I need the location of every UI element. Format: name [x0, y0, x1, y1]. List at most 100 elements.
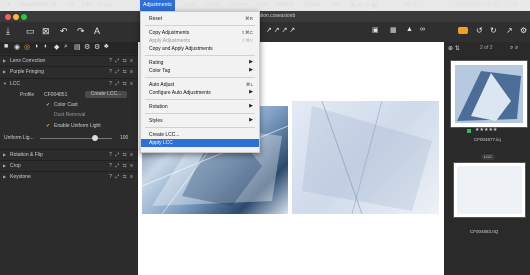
shortcut-label: ⌘L — [245, 82, 253, 87]
checkmark-icon[interactable]: ✔ — [46, 102, 50, 108]
menu-item-copy-adjustments[interactable]: Copy Adjustments ⇧⌘C — [141, 29, 259, 37]
delete-icon[interactable]: ⊠ — [42, 26, 50, 37]
viewer-icon[interactable]: ▣ — [372, 26, 379, 34]
output-tab-icon[interactable]: ⚙ — [84, 43, 90, 51]
create-lcc-button[interactable]: Create LCC... — [85, 91, 127, 98]
menu-layer[interactable]: Layer — [184, 2, 197, 8]
shortcut-label: ⇧⌘V — [241, 38, 253, 43]
tool-actions-icon[interactable]: ? ⤢ ⇆ ≡ — [109, 163, 134, 169]
tool-rotation-flip[interactable]: ▶ Rotation & Flip ? ⤢ ⇆ ≡ — [0, 149, 138, 160]
adjustments-tab-icon[interactable]: ⌕ — [64, 43, 68, 51]
menu-item-auto-adjust[interactable]: Auto Adjust ⌘L — [141, 81, 259, 89]
metadata-tab-icon[interactable]: ▤ — [74, 43, 81, 51]
menu-separator — [145, 55, 255, 56]
details-tab-icon[interactable]: ◆ — [54, 43, 59, 51]
batch-tab-icon[interactable]: ⚙ — [94, 43, 100, 51]
viewer-image-2[interactable] — [292, 100, 439, 215]
tool-tabs — [0, 42, 138, 54]
menu-separator — [145, 25, 255, 26]
menu-item-styles[interactable]: Styles ▶ — [141, 117, 259, 125]
battery-status[interactable]: 100 % — [402, 2, 417, 8]
thumbnail-1[interactable] — [450, 60, 528, 128]
menu-window[interactable]: Window — [275, 2, 293, 8]
menu-item-rotation[interactable]: Rotation ▶ — [141, 103, 259, 111]
minimize-window-button[interactable] — [13, 14, 19, 20]
menu-adjustments[interactable]: Adjustments — [140, 0, 175, 11]
close-window-button[interactable] — [5, 14, 11, 20]
menu-edit[interactable]: Edit — [82, 2, 91, 8]
import-icon[interactable]: ⤓ — [6, 26, 10, 37]
exposure-warning-icon[interactable]: ▲ — [406, 26, 413, 33]
undo-icon[interactable]: ↶ — [60, 26, 68, 37]
color-tag-icon[interactable] — [467, 129, 471, 133]
uniform-light-slider[interactable] — [40, 138, 112, 139]
menu-camera[interactable]: Camera — [230, 2, 248, 8]
tool-lcc[interactable]: ▼ LCC ? ⤢ ⇆ ≡ — [0, 78, 138, 89]
tool-keystone[interactable]: ▶ Keystone ? ⤢ ⇆ ≡ — [0, 171, 138, 182]
thumbnail-2[interactable] — [453, 162, 526, 218]
menu-item-apply-lcc[interactable]: Apply LCC — [141, 139, 259, 147]
collapsed-arrow-icon[interactable]: ▶ — [3, 163, 6, 168]
redo-icon[interactable]: ↷ — [77, 26, 85, 37]
rotate-left-icon[interactable]: ↺ — [476, 26, 483, 35]
more-tools-icon[interactable]: ♣ — [104, 43, 109, 50]
proof-icon[interactable]: ∞ — [420, 26, 425, 33]
capture-tab-icon[interactable]: ◉ — [14, 43, 20, 51]
dust-removal-checkbox[interactable]: Dust Removal — [54, 112, 85, 118]
status-icons[interactable]: ⌘ ⊕ ◇ ◀) — [350, 2, 377, 9]
checkmark-icon[interactable]: ✔ — [46, 123, 50, 129]
collapsed-arrow-icon[interactable]: ▶ — [3, 58, 6, 63]
menu-item-label: Reset — [149, 16, 163, 22]
app-menu[interactable]: Capture One 12 — [18, 2, 56, 8]
pick-icon[interactable]: ↗ — [506, 26, 513, 35]
menu-select[interactable]: Select — [206, 2, 220, 8]
menu-item-copy-and-apply[interactable]: Copy and Apply Adjustments — [141, 45, 259, 53]
expanded-arrow-icon[interactable]: ▼ — [3, 81, 7, 86]
tool-purple-fringing[interactable]: ▶ Purple Fringing ? ⤢ ⇆ ≡ — [0, 66, 138, 77]
cursor-tools-icon[interactable]: ↗ ↗ ↗ ↗ — [266, 26, 295, 34]
color-tab-icon[interactable]: ◑ — [34, 43, 38, 50]
collapsed-arrow-icon[interactable]: ▶ — [3, 69, 6, 74]
apple-menu-icon[interactable]: ● — [7, 1, 11, 7]
zoom-window-button[interactable] — [21, 14, 27, 20]
menu-item-rating[interactable]: Rating ▶ — [141, 59, 259, 67]
grid-icon[interactable]: ▦ — [390, 26, 397, 34]
menu-item-color-tag[interactable]: Color Tag ▶ — [141, 67, 259, 75]
menu-item-create-lcc[interactable]: Create LCC... — [141, 131, 259, 139]
library-tab-icon[interactable]: ■ — [4, 43, 8, 50]
tool-actions-icon[interactable]: ? ⤢ ⇆ ≡ — [109, 174, 134, 180]
process-icon[interactable] — [458, 27, 468, 34]
tool-actions-icon[interactable]: ? ⤢ ⇆ ≡ — [109, 81, 134, 87]
settings-icon[interactable]: ⚙ — [520, 26, 527, 35]
menu-item-reset[interactable]: Reset ⌘R — [141, 15, 259, 23]
uniform-light-checkbox[interactable]: Enable Uniform Light — [54, 123, 101, 129]
collapsed-arrow-icon[interactable]: ▶ — [3, 152, 6, 157]
lens-tab-icon[interactable]: ◎ — [24, 43, 30, 51]
menu-scripts[interactable]: Scripts — [304, 2, 320, 8]
menu-item-configure-auto-adjustments[interactable]: Configure Auto Adjustments ▶ — [141, 89, 259, 97]
color-cast-checkbox[interactable]: Color Cast — [54, 102, 78, 108]
slider-thumb[interactable] — [92, 135, 98, 141]
thumbnail-image — [455, 65, 523, 123]
collapsed-arrow-icon[interactable]: ▶ — [3, 174, 6, 179]
tool-actions-icon[interactable]: ? ⤢ ⇆ ≡ — [109, 58, 134, 64]
tool-actions-icon[interactable]: ? ⤢ ⇆ ≡ — [109, 152, 134, 158]
tool-actions-icon[interactable]: ? ⤢ ⇆ ≡ — [109, 69, 134, 75]
rotate-right-icon[interactable]: ↻ — [490, 26, 497, 35]
menu-file[interactable]: File — [66, 2, 74, 8]
menu-view[interactable]: View — [256, 2, 267, 8]
menu-help[interactable]: Help — [330, 2, 341, 8]
browser-view-icon[interactable]: ⊕ ⇅ — [448, 45, 460, 52]
menu-clock[interactable]: Wed 19 Dec 11:12 — [455, 2, 498, 8]
exposure-tab-icon[interactable]: ◐ — [44, 43, 48, 50]
menu-image[interactable]: Image — [98, 2, 112, 8]
capture-icon[interactable]: ▭ — [26, 26, 35, 37]
spotlight-icon[interactable]: ⌕ ≡ — [508, 2, 517, 9]
uniform-light-value[interactable]: 100 — [120, 135, 128, 141]
tool-crop[interactable]: ▶ Crop ? ⤢ ⇆ ≡ — [0, 160, 138, 171]
tool-lens-correction[interactable]: ▶ Lens Correction ? ⤢ ⇆ ≡ — [0, 55, 138, 66]
browser-search-icon[interactable]: ⌕ ⌕ — [510, 45, 518, 52]
window-title: ation.cosessionb — [258, 13, 296, 19]
thumbnail-rating[interactable]: ★★★★★ — [475, 127, 497, 133]
text-icon[interactable]: A — [94, 26, 100, 36]
